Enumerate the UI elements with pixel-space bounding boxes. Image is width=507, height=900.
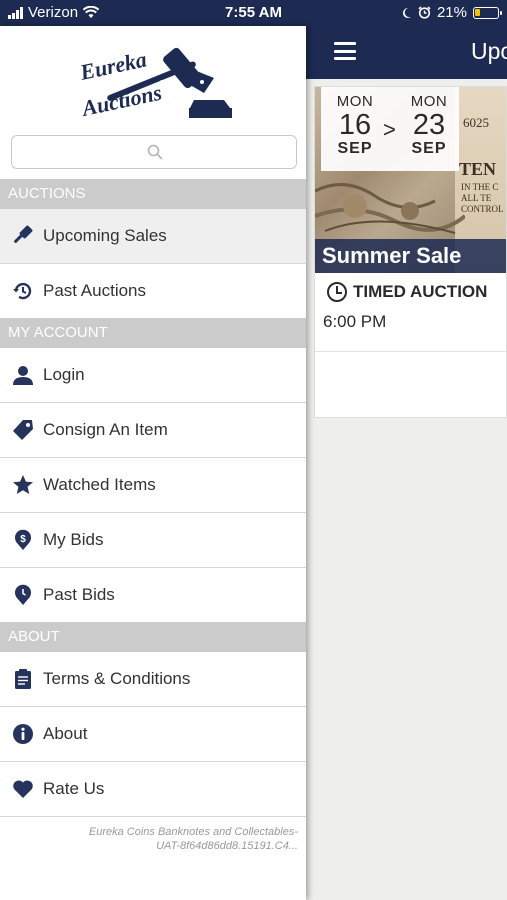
history-icon <box>11 279 35 303</box>
clock-icon <box>327 282 347 302</box>
card-divider <box>315 351 506 352</box>
moon-icon <box>402 7 411 18</box>
app-version-footer: Eureka Coins Banknotes and Collectables-… <box>88 826 298 852</box>
menu-item-watched-items[interactable]: Watched Items <box>0 458 306 513</box>
menu-item-rate-us[interactable]: Rate Us <box>0 762 306 817</box>
search-field[interactable] <box>11 135 297 169</box>
menu-item-upcoming-sales[interactable]: Upcoming Sales <box>0 209 306 264</box>
sale-date-range: MON 16 SEP > MON 23 SEP <box>321 87 459 171</box>
menu-item-consign-an-item[interactable]: Consign An Item <box>0 403 306 458</box>
heart-icon <box>11 777 35 801</box>
tag-icon <box>11 418 35 442</box>
info-icon <box>11 722 35 746</box>
sale-banknote-image: 6025 TEN IN THE C ALL TE CONTROL MON 16 … <box>315 87 506 273</box>
user-icon <box>11 363 35 387</box>
hamburger-menu-icon[interactable] <box>334 42 356 60</box>
svg-text:Eureka: Eureka <box>77 46 149 85</box>
section-about: ABOUT <box>0 622 306 652</box>
sale-name: Summer Sale <box>315 239 506 273</box>
battery-percent: 21% <box>436 4 467 21</box>
star-icon <box>11 473 35 497</box>
clipboard-icon <box>11 667 35 691</box>
end-date: MON 23 SEP <box>410 93 448 157</box>
sale-card[interactable]: 6025 TEN IN THE C ALL TE CONTROL MON 16 … <box>314 86 507 418</box>
carrier-label: Verizon <box>28 4 79 21</box>
menu-item-past-auctions[interactable]: Past Auctions <box>0 264 306 319</box>
start-date: MON 16 SEP <box>336 93 374 157</box>
clock-pin-icon <box>11 583 35 607</box>
section-auctions: AUCTIONS <box>0 179 306 209</box>
section-my-account: MY ACCOUNT <box>0 318 306 348</box>
main-header: Upcoming Sales <box>306 26 507 79</box>
status-right: 21% <box>401 4 502 21</box>
menu-item-my-bids[interactable]: $ My Bids <box>0 513 306 568</box>
svg-text:$: $ <box>20 534 26 545</box>
search-icon <box>147 144 163 160</box>
banknote-ornament <box>315 183 465 234</box>
wifi-icon <box>83 6 100 18</box>
navigation-drawer: Eureka Auctions AUCTIONS Upcoming Sales … <box>0 26 306 900</box>
sale-type-label: TIMED AUCTION <box>353 282 488 301</box>
signal-icon <box>8 6 23 19</box>
svg-text:Auctions: Auctions <box>78 80 164 122</box>
sale-time: 6:00 PM <box>323 312 387 331</box>
date-separator: > <box>383 117 396 142</box>
status-left: Verizon <box>8 4 100 21</box>
eureka-auctions-logo: Eureka Auctions <box>77 46 232 122</box>
page-title: Upcoming Sales <box>471 38 507 64</box>
menu-item-terms-conditions[interactable]: Terms & Conditions <box>0 652 306 707</box>
gavel-icon <box>11 224 35 248</box>
menu-item-login[interactable]: Login <box>0 348 306 403</box>
sale-type: TIMED AUCTION <box>327 282 487 302</box>
battery-icon <box>473 6 502 19</box>
status-bar: Verizon 7:55 AM 21% <box>0 0 507 26</box>
alarm-icon <box>418 6 431 19</box>
menu-item-past-bids[interactable]: Past Bids <box>0 568 306 623</box>
dollar-pin-icon: $ <box>11 528 35 552</box>
menu-item-about[interactable]: About <box>0 707 306 762</box>
